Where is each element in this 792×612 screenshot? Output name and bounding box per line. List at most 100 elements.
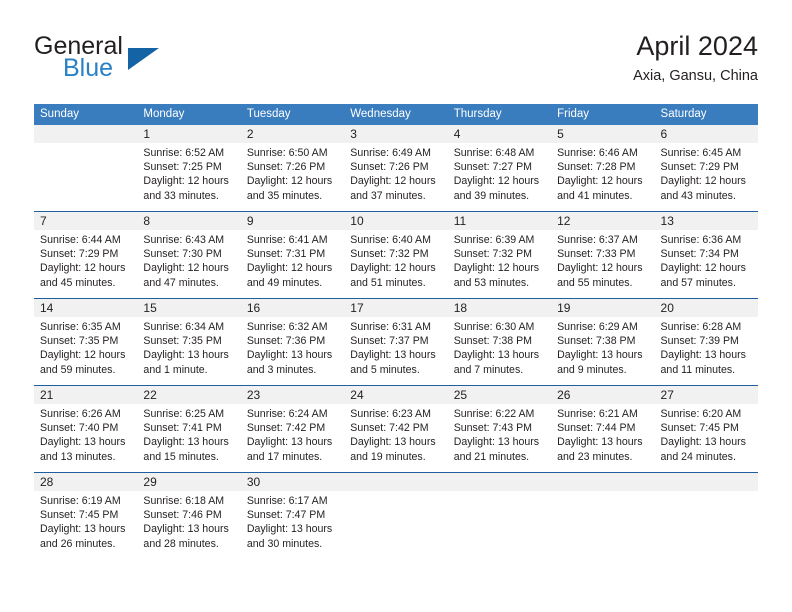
day-cell[interactable]: Sunrise: 6:25 AM Sunset: 7:41 PM Dayligh… [137, 404, 240, 472]
day-number[interactable]: 6 [655, 125, 758, 143]
day-number[interactable]: 10 [344, 212, 447, 230]
day-cell[interactable]: Sunrise: 6:44 AM Sunset: 7:29 PM Dayligh… [34, 230, 137, 298]
sunrise-text: Sunrise: 6:39 AM [453, 234, 535, 246]
sunset-text: Sunset: 7:35 PM [143, 335, 222, 348]
day-number[interactable]: 19 [551, 299, 654, 317]
day-number[interactable]: 18 [448, 299, 551, 317]
daylight-text-line2: and 30 minutes. [246, 537, 323, 550]
sunset-text: Sunset: 7:38 PM [453, 335, 533, 348]
day-number[interactable]: 23 [241, 386, 344, 404]
day-number[interactable]: 11 [448, 212, 551, 230]
daylight-text-line2: and 7 minutes. [453, 363, 524, 376]
daylight-text-line2: and 17 minutes. [246, 450, 323, 463]
day-cell[interactable]: Sunrise: 6:22 AM Sunset: 7:43 PM Dayligh… [448, 404, 551, 472]
day-cell[interactable]: Sunrise: 6:28 AM Sunset: 7:39 PM Dayligh… [655, 317, 758, 385]
daylight-text-line1: Daylight: 13 hours [660, 436, 746, 449]
week-daynumber-band: 1 2 3 4 5 6 [34, 125, 758, 143]
day-number[interactable]: 13 [655, 212, 758, 230]
day-number[interactable]: 14 [34, 299, 137, 317]
daylight-text-line1: Daylight: 13 hours [143, 436, 229, 449]
day-cell[interactable]: Sunrise: 6:23 AM Sunset: 7:42 PM Dayligh… [344, 404, 447, 472]
day-cell[interactable]: Sunrise: 6:19 AM Sunset: 7:45 PM Dayligh… [34, 491, 137, 559]
day-number[interactable]: 25 [448, 386, 551, 404]
sunrise-text: Sunrise: 6:40 AM [350, 234, 431, 246]
sunset-text: Sunset: 7:44 PM [557, 422, 636, 435]
day-number[interactable]: 2 [241, 125, 344, 143]
day-cell[interactable]: Sunrise: 6:40 AM Sunset: 7:32 PM Dayligh… [344, 230, 447, 298]
day-number[interactable]: 9 [241, 212, 344, 230]
day-cell[interactable] [344, 491, 447, 559]
page-title: April 2024 [636, 31, 758, 61]
day-number[interactable]: 4 [448, 125, 551, 143]
daylight-text-line1: Daylight: 12 hours [350, 262, 436, 275]
day-cell[interactable]: Sunrise: 6:49 AM Sunset: 7:26 PM Dayligh… [344, 143, 447, 211]
sunset-text: Sunset: 7:36 PM [246, 335, 326, 348]
daylight-text-line2: and 28 minutes. [143, 537, 219, 550]
day-number[interactable] [34, 125, 137, 143]
day-number[interactable]: 12 [551, 212, 654, 230]
day-cell[interactable]: Sunrise: 6:30 AM Sunset: 7:38 PM Dayligh… [448, 317, 551, 385]
daylight-text-line2: and 45 minutes. [40, 276, 116, 289]
day-cell[interactable]: Sunrise: 6:29 AM Sunset: 7:38 PM Dayligh… [551, 317, 654, 385]
day-cell[interactable]: Sunrise: 6:45 AM Sunset: 7:29 PM Dayligh… [655, 143, 758, 211]
daylight-text-line2: and 55 minutes. [557, 276, 633, 289]
day-cell[interactable]: Sunrise: 6:48 AM Sunset: 7:27 PM Dayligh… [448, 143, 551, 211]
day-number[interactable]: 17 [344, 299, 447, 317]
day-cell[interactable] [34, 143, 137, 211]
day-number[interactable] [551, 473, 654, 491]
day-cell[interactable]: Sunrise: 6:24 AM Sunset: 7:42 PM Dayligh… [241, 404, 344, 472]
day-cell[interactable] [448, 491, 551, 559]
day-number[interactable]: 28 [34, 473, 137, 491]
sunrise-text: Sunrise: 6:29 AM [557, 321, 638, 333]
day-number[interactable]: 27 [655, 386, 758, 404]
day-cell[interactable]: Sunrise: 6:37 AM Sunset: 7:33 PM Dayligh… [551, 230, 654, 298]
day-number[interactable]: 29 [137, 473, 240, 491]
day-number[interactable]: 16 [241, 299, 344, 317]
day-cell[interactable]: Sunrise: 6:34 AM Sunset: 7:35 PM Dayligh… [137, 317, 240, 385]
daylight-text-line2: and 15 minutes. [143, 450, 219, 463]
day-cell[interactable] [655, 491, 758, 559]
day-number[interactable]: 3 [344, 125, 447, 143]
day-cell[interactable]: Sunrise: 6:18 AM Sunset: 7:46 PM Dayligh… [137, 491, 240, 559]
day-cell[interactable]: Sunrise: 6:39 AM Sunset: 7:32 PM Dayligh… [448, 230, 551, 298]
sunset-text: Sunset: 7:35 PM [40, 335, 119, 348]
day-cell[interactable]: Sunrise: 6:50 AM Sunset: 7:26 PM Dayligh… [241, 143, 344, 211]
daylight-text-line2: and 1 minute. [143, 363, 208, 376]
day-number[interactable] [655, 473, 758, 491]
daylight-text-line2: and 26 minutes. [40, 537, 116, 550]
day-number[interactable]: 21 [34, 386, 137, 404]
page-subtitle: Axia, Gansu, China [633, 68, 758, 84]
day-cell[interactable]: Sunrise: 6:31 AM Sunset: 7:37 PM Dayligh… [344, 317, 447, 385]
day-cell[interactable]: Sunrise: 6:21 AM Sunset: 7:44 PM Dayligh… [551, 404, 654, 472]
sunset-text: Sunset: 7:27 PM [453, 161, 533, 174]
day-cell[interactable]: Sunrise: 6:41 AM Sunset: 7:31 PM Dayligh… [241, 230, 344, 298]
sunset-text: Sunset: 7:46 PM [143, 509, 222, 522]
day-cell[interactable]: Sunrise: 6:35 AM Sunset: 7:35 PM Dayligh… [34, 317, 137, 385]
day-number[interactable] [448, 473, 551, 491]
day-cell[interactable]: Sunrise: 6:20 AM Sunset: 7:45 PM Dayligh… [655, 404, 758, 472]
day-number[interactable]: 20 [655, 299, 758, 317]
day-number[interactable] [344, 473, 447, 491]
sunset-text: Sunset: 7:28 PM [557, 161, 636, 174]
sunset-text: Sunset: 7:42 PM [246, 422, 326, 435]
day-cell[interactable]: Sunrise: 6:52 AM Sunset: 7:25 PM Dayligh… [137, 143, 240, 211]
day-cell[interactable]: Sunrise: 6:32 AM Sunset: 7:36 PM Dayligh… [241, 317, 344, 385]
day-number[interactable]: 5 [551, 125, 654, 143]
day-cell[interactable]: Sunrise: 6:46 AM Sunset: 7:28 PM Dayligh… [551, 143, 654, 211]
sunrise-text: Sunrise: 6:48 AM [453, 147, 535, 159]
day-cell[interactable] [551, 491, 654, 559]
day-number[interactable]: 1 [137, 125, 240, 143]
day-number[interactable]: 8 [137, 212, 240, 230]
day-cell[interactable]: Sunrise: 6:36 AM Sunset: 7:34 PM Dayligh… [655, 230, 758, 298]
day-cell[interactable]: Sunrise: 6:26 AM Sunset: 7:40 PM Dayligh… [34, 404, 137, 472]
day-number[interactable]: 7 [34, 212, 137, 230]
day-number[interactable]: 26 [551, 386, 654, 404]
day-number[interactable]: 22 [137, 386, 240, 404]
day-number[interactable]: 15 [137, 299, 240, 317]
day-cell[interactable]: Sunrise: 6:17 AM Sunset: 7:47 PM Dayligh… [241, 491, 344, 559]
day-number[interactable]: 30 [241, 473, 344, 491]
day-number[interactable]: 24 [344, 386, 447, 404]
day-cell[interactable]: Sunrise: 6:43 AM Sunset: 7:30 PM Dayligh… [137, 230, 240, 298]
sunset-text: Sunset: 7:25 PM [143, 161, 222, 174]
sunset-text: Sunset: 7:42 PM [350, 422, 429, 435]
